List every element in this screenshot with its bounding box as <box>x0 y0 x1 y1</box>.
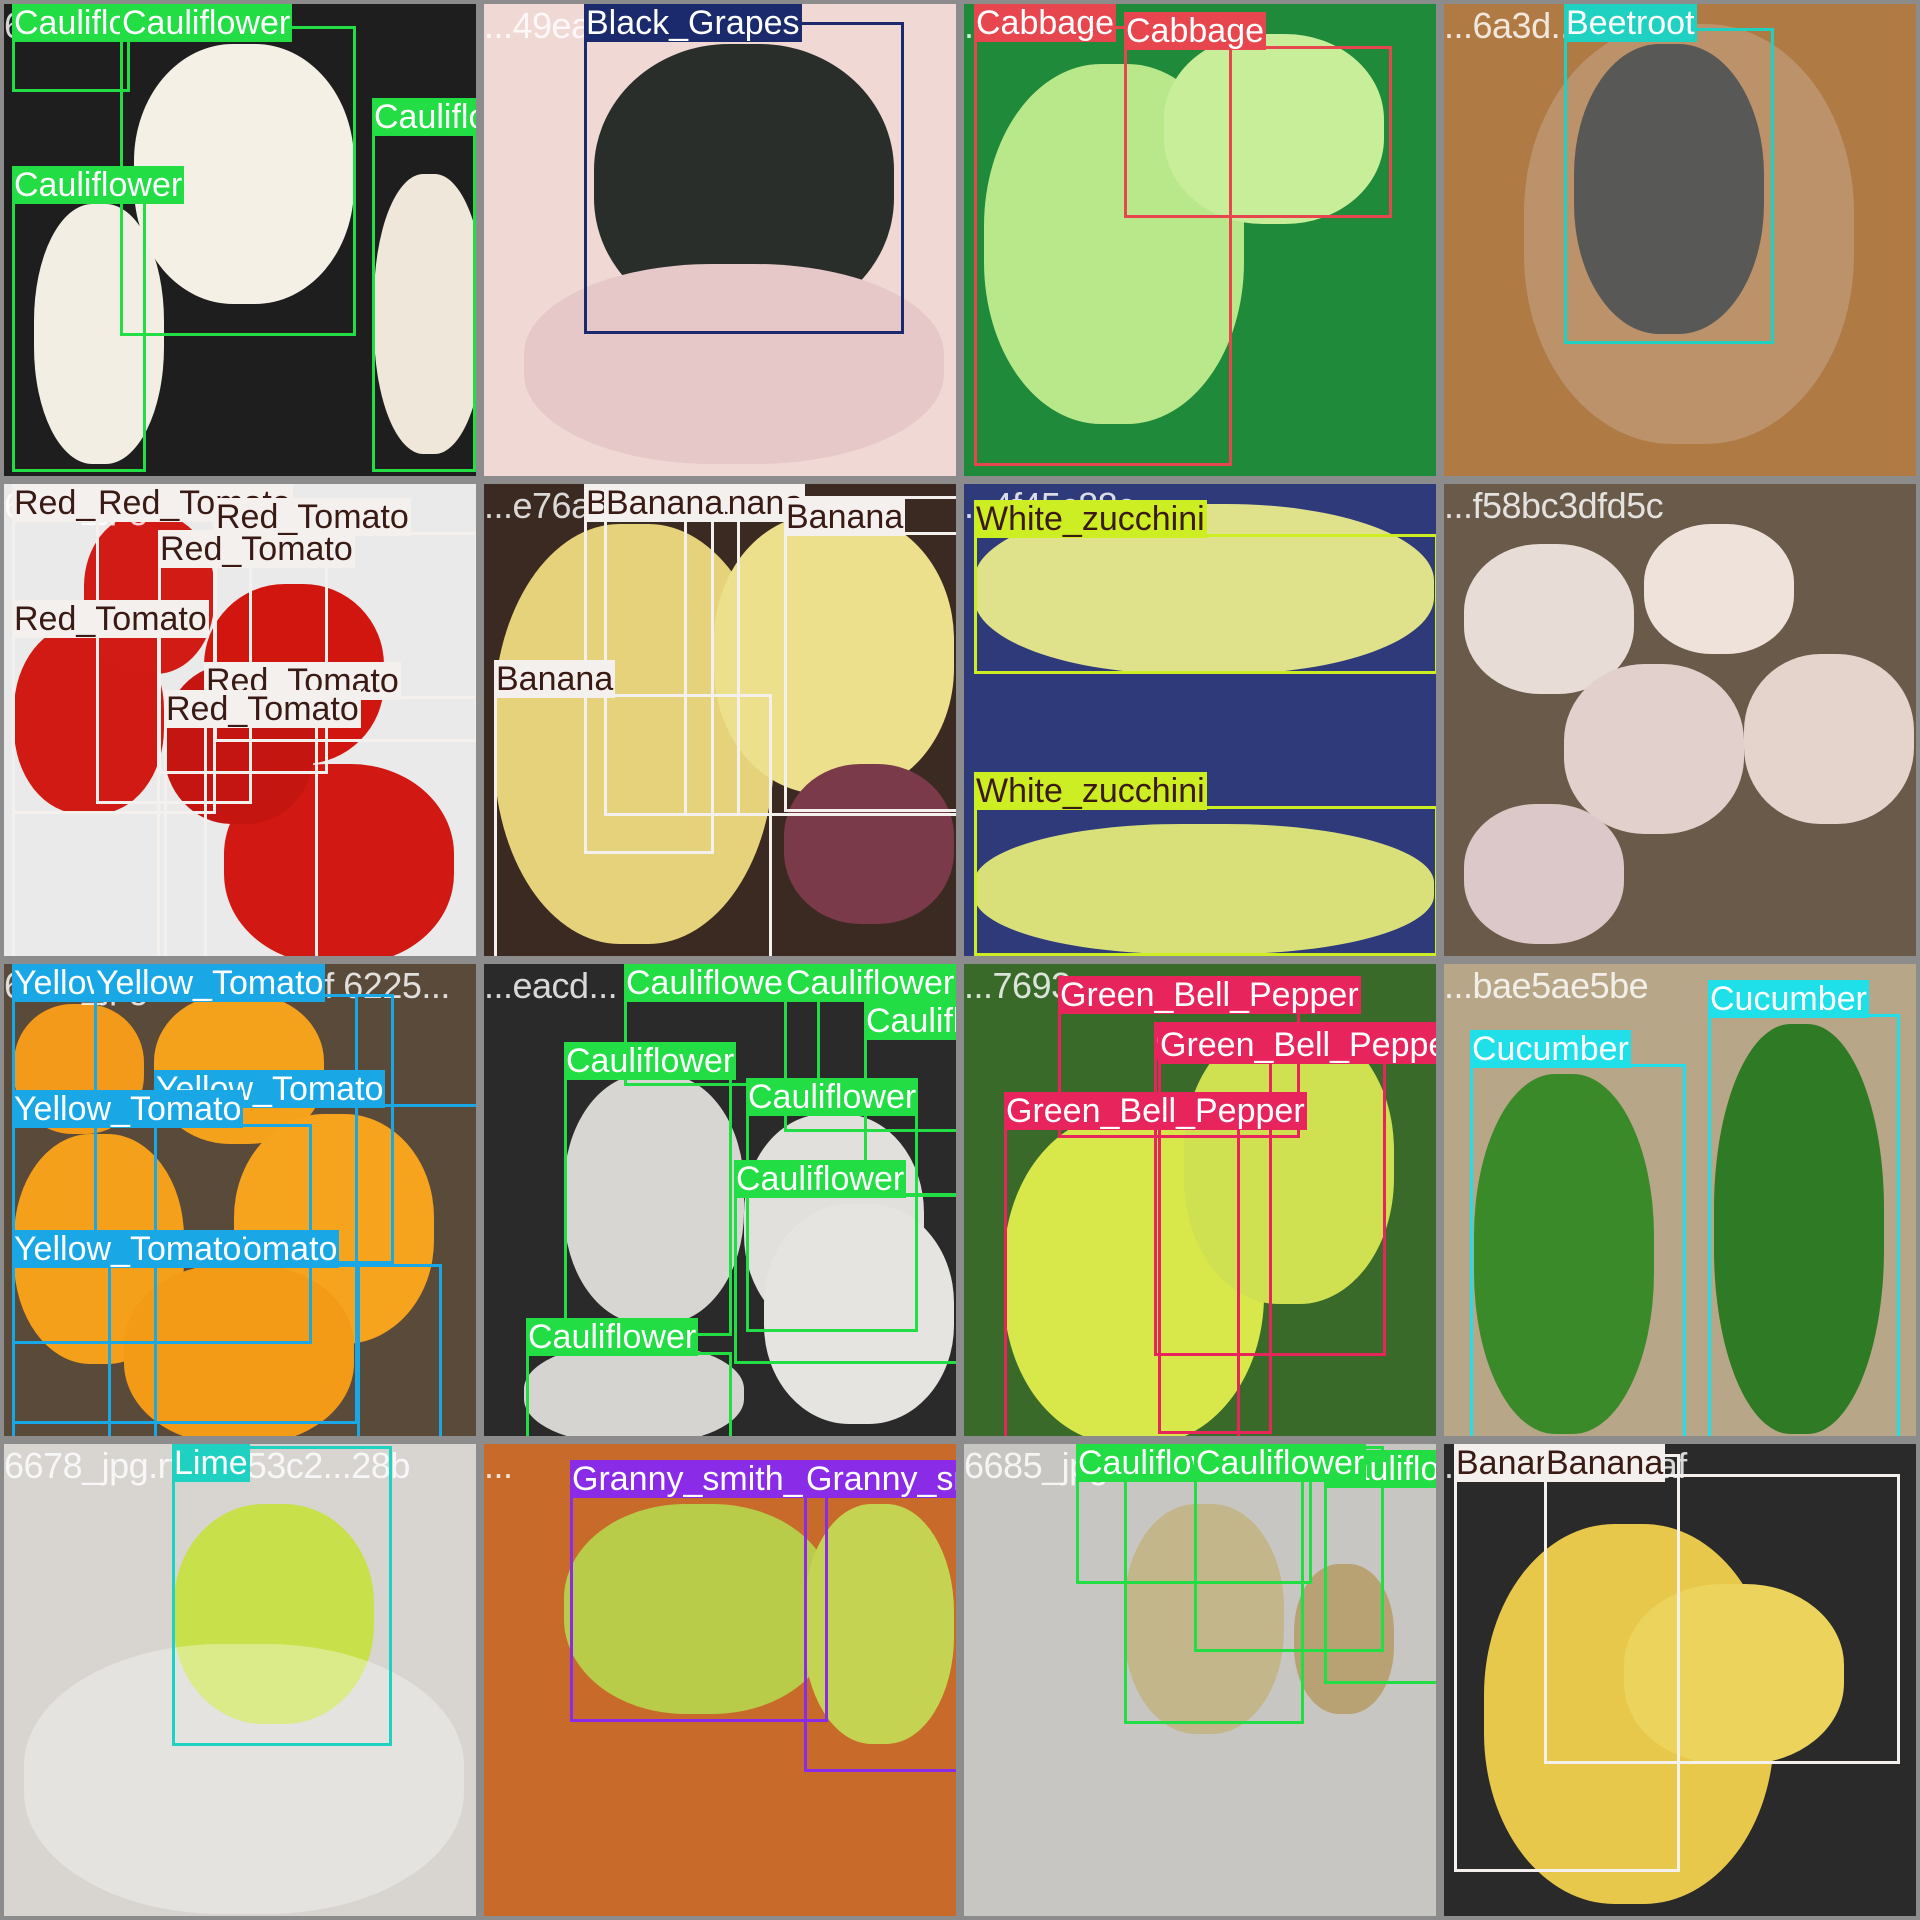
bounding-box <box>172 1446 392 1746</box>
bounding-box-label: Cauliflower <box>864 1002 956 1040</box>
bounding-box-label: Cucumber <box>1708 980 1869 1018</box>
image-tile: 6678_jpg.rf.67b53c2...28bLime <box>0 1440 480 1920</box>
bounding-box-label: Banana <box>604 484 726 522</box>
bounding-box-label: Cauliflower <box>526 1318 699 1356</box>
bounding-box-label: Cauliflower <box>1194 1444 1367 1482</box>
image-tile: ...e76a83...BananaBananaBananaBananaBana… <box>480 480 960 960</box>
bounding-box <box>12 1264 442 1436</box>
image-tile: ...eacd... Cauliflower Cauliflower Cauliflo… <box>480 960 960 1440</box>
bounding-box <box>784 532 956 812</box>
tile-filename: ... <box>484 1445 513 1486</box>
bounding-box-label: Banana <box>1544 1444 1666 1482</box>
bounding-box <box>974 534 1436 674</box>
bounding-box <box>1564 28 1774 344</box>
bounding-box-label: Cabbage <box>974 4 1117 42</box>
image-tile: ...Granny_smith_appleGranny_smith_apple <box>480 1440 960 1920</box>
image-tile: ...7693... Green_Bell_Pepper Green_Bell_Pe… <box>960 960 1440 1440</box>
image-tile: ...6a3d... Beetroot <box>1440 0 1920 480</box>
bounding-box-label: Red_Tomato <box>214 498 411 536</box>
image-tile: 6155d649c611e...CauliflowerCauliflowerCa… <box>0 0 480 480</box>
tile-filename: ...f58bc3dfd5c <box>1444 485 1664 526</box>
bounding-box-label: Cauliflower <box>564 1042 737 1080</box>
bounding-box-label: Red_Tomato <box>164 690 361 728</box>
bounding-box-label: Beetroot <box>1564 4 1697 42</box>
bounding-box-label: Red_Tomato <box>12 600 209 638</box>
image-tile: 6696_jpg.rf...Red_TomatoRed_TomatoRed_To… <box>0 480 480 960</box>
produce-shape <box>1564 664 1744 834</box>
bounding-box-label: White_zucchini <box>974 500 1207 538</box>
bounding-box-label: Granny_smith_apple <box>804 1460 956 1498</box>
bounding-box-label: Green_Bell_Pepper <box>1004 1092 1307 1130</box>
bounding-box-label: Cauliflower <box>372 98 476 136</box>
image-tile: ...f58bc3dfd5c <box>1440 480 1920 960</box>
bounding-box-label: Yellow_Tomato <box>94 964 326 1002</box>
bounding-box <box>1708 1014 1900 1436</box>
tile-filename: ...bae5ae5be <box>1444 965 1649 1006</box>
detection-mosaic: 6155d649c611e...CauliflowerCauliflowerCa… <box>0 0 1920 1920</box>
bounding-box <box>974 806 1436 956</box>
bounding-box-label: Cauliflower <box>120 4 293 42</box>
bounding-box <box>734 1194 956 1364</box>
tile-filename: ...eacd... <box>484 965 618 1006</box>
bounding-box <box>1544 1474 1900 1764</box>
bounding-box <box>12 200 146 472</box>
bounding-box-label: Green_Bell_Pepper <box>1158 1026 1436 1064</box>
image-tile: ...49ea96... Black_Grapes <box>480 0 960 480</box>
bounding-box <box>1124 46 1392 218</box>
bounding-box <box>804 1494 956 1772</box>
tile-filename: ...6a3d... <box>1444 5 1580 46</box>
bounding-box-label: Cucumber <box>1470 1030 1631 1068</box>
produce-shape <box>1744 654 1914 824</box>
image-tile: 6685_jpg.rf...CauliflowerCauliflowerCaul… <box>960 1440 1440 1920</box>
image-tile: ...bae5ae5be Cucumber Cucumber <box>1440 960 1920 1440</box>
bounding-box-label: Banana <box>494 660 616 698</box>
bounding-box-label: Cauliflower <box>734 1160 907 1198</box>
bounding-box <box>564 1076 732 1336</box>
produce-shape <box>1644 524 1794 654</box>
bounding-box <box>604 496 740 816</box>
image-tile: ...f7be81729aafBananaBanana <box>1440 1440 1920 1920</box>
bounding-box <box>584 22 904 334</box>
bounding-box <box>570 1494 828 1722</box>
bounding-box <box>1470 1064 1686 1436</box>
bounding-box-label: Cauliflower <box>12 166 185 204</box>
image-tile: ...4f45c88c...White_zucchiniWhite_zucchi… <box>960 480 1440 960</box>
bounding-box-label: Green_Bell_Pepper <box>1058 976 1361 1014</box>
bounding-box-label: Yellow_Tomato <box>12 1090 244 1128</box>
image-tile: 6695_jpg.rf.7ab e2faf 6225...Yellow_Toma… <box>0 960 480 1440</box>
bounding-box <box>372 132 476 472</box>
bounding-box-label: Yellow_Tomato <box>12 1230 244 1268</box>
bounding-box-label: Black_Grapes <box>584 4 802 42</box>
bounding-box-label: Banana <box>784 498 906 536</box>
bounding-box-label: White_zucchini <box>974 772 1207 810</box>
bounding-box-label: Cabbage <box>1124 12 1267 50</box>
bounding-box-label: Cauliflower <box>784 964 956 1002</box>
produce-shape <box>1464 804 1624 944</box>
image-tile: ...2d5CabbageCabbage <box>960 0 1440 480</box>
bounding-box-label: Cauliflower <box>746 1078 919 1116</box>
bounding-box-label: Cauliflower <box>624 964 797 1002</box>
bounding-box-label: Lime <box>172 1444 250 1482</box>
bounding-box <box>526 1352 732 1436</box>
bounding-box <box>12 634 160 956</box>
bounding-box <box>164 724 318 956</box>
